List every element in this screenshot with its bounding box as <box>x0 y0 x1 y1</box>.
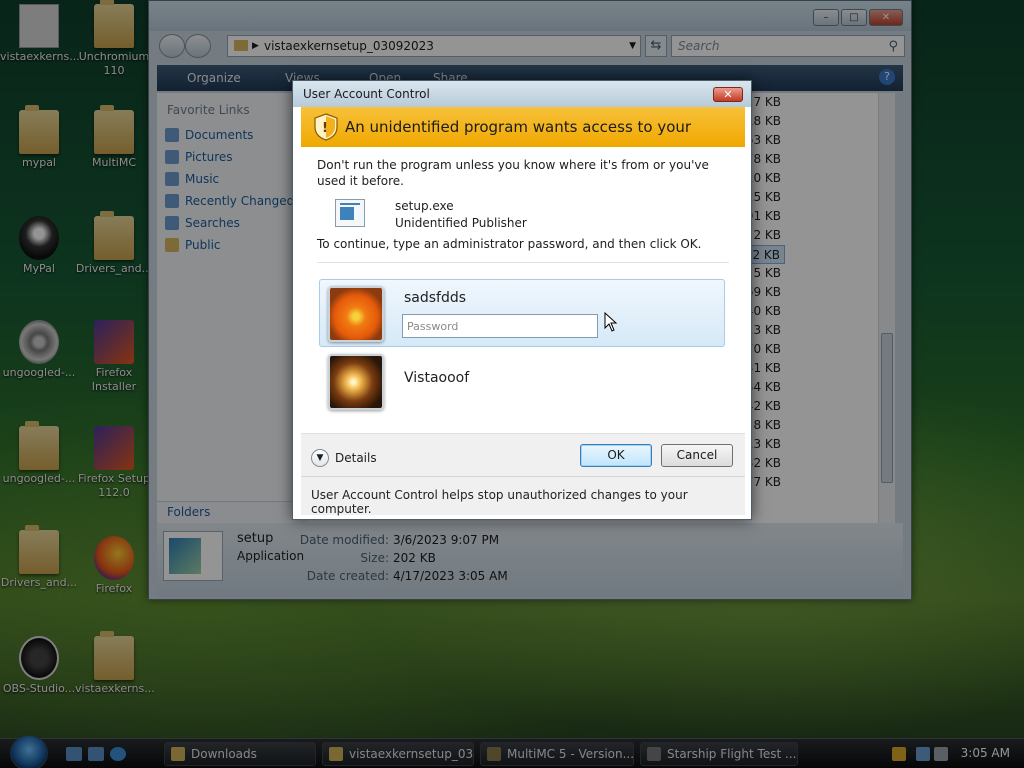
chevron-down-icon: ▼ <box>311 449 329 467</box>
user-avatar-sparkle <box>328 354 384 410</box>
program-publisher: Unidentified Publisher <box>395 216 527 230</box>
uac-body: Don't run the program unless you know wh… <box>301 147 745 433</box>
uac-footer: ▼ Details OK Cancel User Account Control… <box>301 433 745 516</box>
uac-titlebar: User Account Control ✕ <box>293 81 751 107</box>
svg-text:!: ! <box>322 121 328 136</box>
password-field[interactable] <box>402 314 598 338</box>
divider <box>301 476 745 477</box>
program-icon <box>335 199 365 227</box>
divider <box>317 262 729 263</box>
ok-button[interactable]: OK <box>580 444 652 467</box>
uac-warning-text: Don't run the program unless you know wh… <box>317 158 709 188</box>
uac-banner: ! An unidentified program wants access t… <box>301 107 745 176</box>
cancel-button[interactable]: Cancel <box>661 444 733 467</box>
user-name: Vistaooof <box>404 370 470 386</box>
user-tile-sadsfdds[interactable]: sadsfdds <box>319 279 725 347</box>
program-name: setup.exe <box>395 199 454 213</box>
user-avatar-flower <box>328 286 384 342</box>
mouse-cursor-icon <box>604 312 618 332</box>
user-name: sadsfdds <box>404 290 467 306</box>
user-tile-vistaooof[interactable]: Vistaooof <box>319 347 725 415</box>
uac-dialog: User Account Control ✕ ! An unidentified… <box>292 80 752 520</box>
close-icon[interactable]: ✕ <box>713 87 743 102</box>
details-toggle[interactable]: ▼ Details <box>311 448 377 468</box>
uac-instruction: To continue, type an administrator passw… <box>317 237 702 251</box>
shield-icon: ! <box>314 113 338 141</box>
uac-footer-note: User Account Control helps stop unauthor… <box>311 488 688 516</box>
